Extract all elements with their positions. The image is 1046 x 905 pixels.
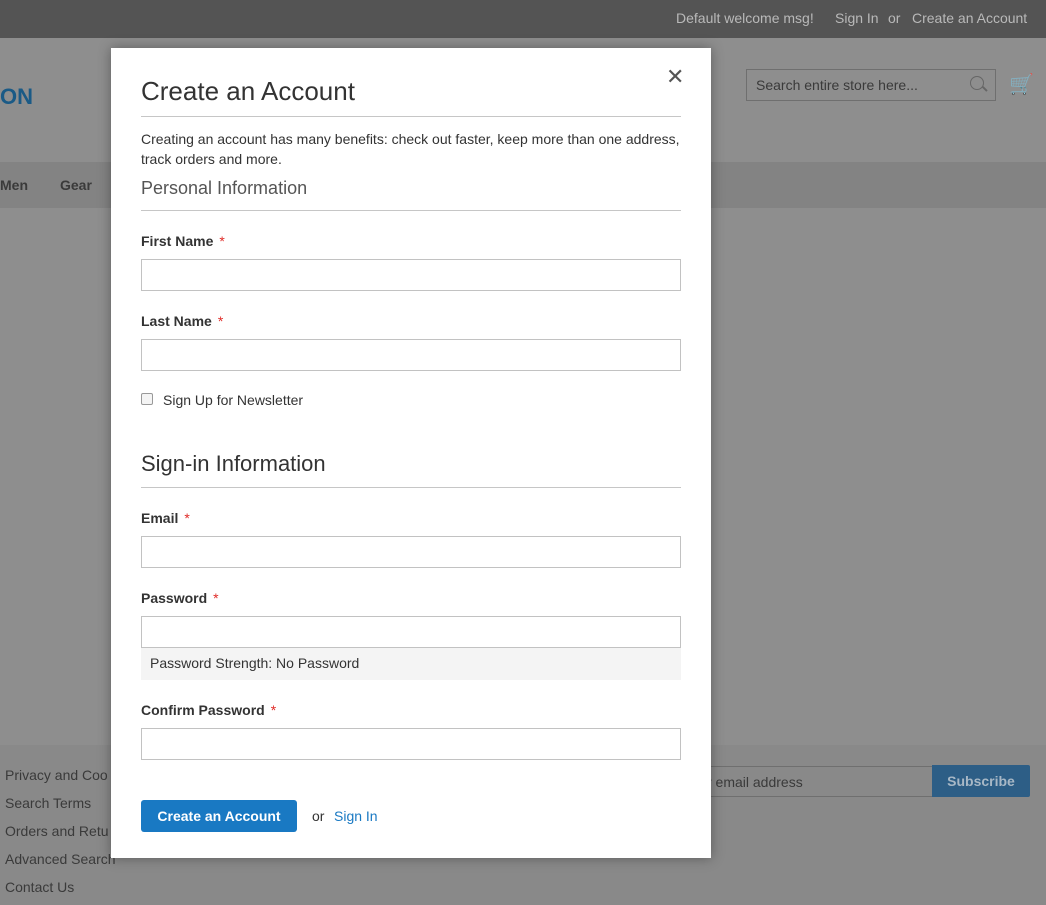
email-input[interactable] (141, 536, 681, 568)
first-name-label: First Name * (141, 233, 225, 249)
close-icon[interactable]: ✕ (666, 64, 684, 90)
required-mark: * (217, 313, 224, 329)
subscribe-button[interactable]: Subscribe (932, 765, 1030, 797)
nav-item-men[interactable]: Men (0, 177, 28, 193)
search-input[interactable]: Search entire store here... (746, 69, 996, 101)
modal-title: Create an Account (141, 76, 355, 106)
top-bar: Default welcome msg! Sign In or Create a… (0, 0, 1046, 38)
required-mark: * (270, 702, 277, 718)
personal-info-heading: Personal Information (141, 178, 308, 198)
last-name-label: Last Name * (141, 313, 223, 329)
required-mark: * (184, 510, 190, 526)
email-label-text: Email (141, 510, 179, 526)
sign-in-link[interactable]: Sign In (334, 808, 378, 824)
last-name-input[interactable] (141, 339, 681, 371)
intro-text: Creating an account has many benefits: c… (141, 131, 680, 167)
last-name-label-text: Last Name (141, 313, 212, 329)
required-mark: * (213, 590, 219, 606)
newsletter-checkbox[interactable] (141, 393, 153, 405)
create-account-modal: ✕ Create an Account Creating an account … (111, 48, 711, 858)
footer-link-privacy[interactable]: Privacy and Coo (5, 767, 108, 783)
email-label: Email * (141, 510, 190, 526)
footer-link-contact[interactable]: Contact Us (5, 879, 74, 895)
newsletter-email-input[interactable]: r email address (680, 766, 933, 797)
footer-link-search-terms[interactable]: Search Terms (5, 795, 91, 811)
password-label-text: Password (141, 590, 208, 606)
password-label: Password * (141, 590, 219, 606)
confirm-password-label: Confirm Password * (141, 702, 276, 718)
confirm-password-input[interactable] (141, 728, 681, 760)
required-mark: * (219, 233, 225, 249)
top-or-text: or (888, 10, 901, 26)
password-strength-meter: Password Strength: No Password (141, 648, 681, 680)
welcome-message: Default welcome msg! (676, 10, 814, 26)
or-text: or (312, 808, 325, 824)
confirm-password-label-text: Confirm Password (141, 702, 265, 718)
create-account-button[interactable]: Create an Account (141, 800, 297, 832)
top-sign-in-link[interactable]: Sign In (835, 10, 879, 26)
cart-icon[interactable]: 🛒 (1009, 72, 1034, 97)
signin-info-heading: Sign-in Information (141, 451, 326, 476)
logo[interactable]: ON (0, 84, 33, 110)
top-create-account-link[interactable]: Create an Account (912, 10, 1027, 26)
first-name-input[interactable] (141, 259, 681, 291)
first-name-label-text: First Name (141, 233, 214, 249)
divider (141, 210, 681, 211)
search-icon[interactable] (970, 76, 984, 90)
divider (141, 116, 681, 117)
newsletter-label[interactable]: Sign Up for Newsletter (163, 392, 303, 408)
footer-link-advanced-search[interactable]: Advanced Search (5, 851, 116, 867)
password-input[interactable] (141, 616, 681, 648)
nav-item-gear[interactable]: Gear (60, 177, 92, 193)
divider (141, 487, 681, 488)
footer-link-orders-returns[interactable]: Orders and Retu (5, 823, 109, 839)
